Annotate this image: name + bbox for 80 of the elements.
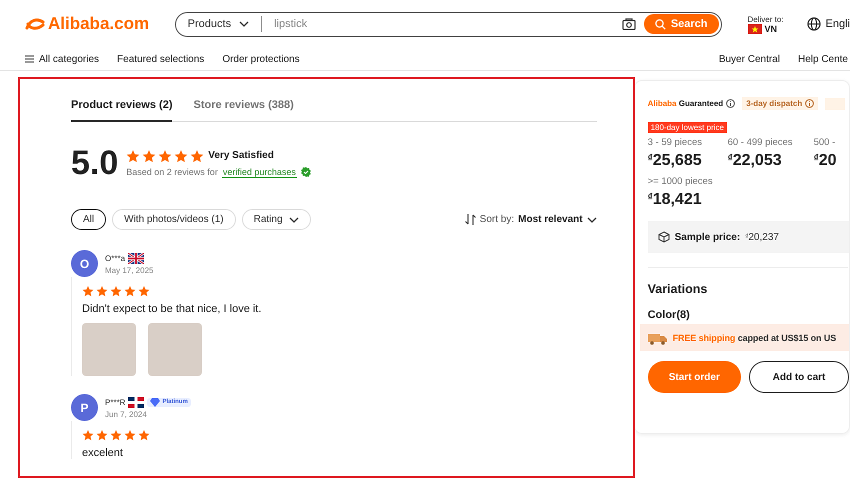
sample-price-value: $^{₫}$20,237 <box>745 232 779 242</box>
menu-icon <box>25 55 34 63</box>
star-icon <box>96 429 108 441</box>
star-icon <box>158 148 172 162</box>
box-icon <box>658 231 670 243</box>
review-tab[interactable]: Product reviews (2) <box>71 95 172 122</box>
quantity-range: >= 1000 pieces <box>648 176 714 187</box>
filter-chip[interactable]: All <box>71 209 106 230</box>
star-icon <box>174 148 188 162</box>
tag <box>825 98 846 110</box>
price-badge: 180-day lowest price <box>648 122 727 133</box>
flag-icon <box>748 24 762 34</box>
add-to-cart-button[interactable]: Add to cart <box>749 361 849 393</box>
nav-link[interactable]: Featured selections <box>117 54 204 64</box>
star-icon <box>142 148 156 162</box>
review-date: May 17, 2025 <box>105 266 154 274</box>
star-icon <box>138 285 150 297</box>
review-text: Didn't expect to be that nice, I love it. <box>82 303 262 315</box>
globe-icon <box>806 17 821 31</box>
star-icon <box>190 148 204 162</box>
nav-link[interactable]: Buyer Central <box>718 54 780 64</box>
satisfaction-label: Very Satisfied <box>208 150 274 161</box>
sort-dropdown[interactable]: Sort by: Most relevant <box>464 214 597 225</box>
verified-badge-icon <box>300 167 311 177</box>
info-icon <box>726 99 736 108</box>
sort-icon <box>464 214 476 225</box>
nav-link[interactable]: All categories <box>25 54 100 64</box>
reviewer-name: P***R <box>105 398 126 406</box>
dispatch-tag: 3-day dispatch <box>742 97 818 110</box>
star-icon <box>110 429 122 441</box>
avatar: O <box>71 250 98 277</box>
country-selector[interactable]: VN <box>764 24 778 34</box>
search-field[interactable]: Products lipstick Search <box>174 12 722 36</box>
flag-icon <box>128 252 144 264</box>
filter-chip[interactable]: With photos/videos (1) <box>112 209 236 230</box>
star-icon <box>138 429 150 441</box>
review-tab[interactable]: Store reviews (388) <box>193 95 294 122</box>
star-icon <box>82 429 94 441</box>
quantity-range: 500 - <box>814 137 836 148</box>
reviewer-name: O***a <box>105 254 126 262</box>
star-icon <box>124 285 136 297</box>
search-icon <box>654 18 666 30</box>
rating-score: 5.0 <box>71 146 118 180</box>
section-title: Variations <box>648 282 708 296</box>
quantity-range: 3 - 59 pieces <box>648 137 703 148</box>
chevron-down-icon <box>288 216 299 222</box>
filter-chip[interactable]: Rating <box>242 209 311 230</box>
star-icon <box>96 285 108 297</box>
category-dropdown[interactable]: Products <box>188 18 250 30</box>
price: $^{₫}$25,685 <box>648 152 703 170</box>
sample-price-label: Sample price: <box>674 232 740 242</box>
quantity-range: 60 - 499 pieces <box>728 137 794 148</box>
guarantee-label: Alibaba Guaranteed <box>648 99 724 108</box>
variation-label: Color(8) <box>648 309 691 321</box>
photo-placeholder[interactable] <box>148 323 202 376</box>
shipping-banner: FREE shipping capped at US$15 on US <box>640 324 849 351</box>
star-icon <box>126 148 140 162</box>
photo-placeholder[interactable] <box>82 323 136 376</box>
info-icon <box>805 99 814 108</box>
flag-icon <box>128 396 144 408</box>
avatar: P <box>71 394 98 421</box>
verified-link[interactable]: verified purchases <box>222 166 297 178</box>
chevron-down-icon <box>239 21 250 27</box>
nav-link[interactable]: Order protections <box>222 54 300 64</box>
price: $^{₫}$20 <box>814 152 838 170</box>
language-selector[interactable]: Engli <box>826 18 850 30</box>
camera-icon <box>622 18 636 30</box>
logo-icon <box>24 16 46 32</box>
star-icon <box>124 429 136 441</box>
review-text: excelent <box>82 447 124 459</box>
chevron-down-icon <box>586 216 597 222</box>
deliver-label: Deliver to: <box>748 14 784 24</box>
diamond-icon <box>150 398 160 406</box>
review-date: Jun 7, 2024 <box>105 410 148 418</box>
review-count-text: Based on 2 reviews for <box>126 167 218 177</box>
star-icon <box>110 285 122 297</box>
nav-link[interactable]: Help Cente <box>798 54 848 64</box>
star-icon <box>82 285 94 297</box>
price: $^{₫}$18,421 <box>648 191 703 209</box>
price: $^{₫}$22,053 <box>728 152 783 170</box>
